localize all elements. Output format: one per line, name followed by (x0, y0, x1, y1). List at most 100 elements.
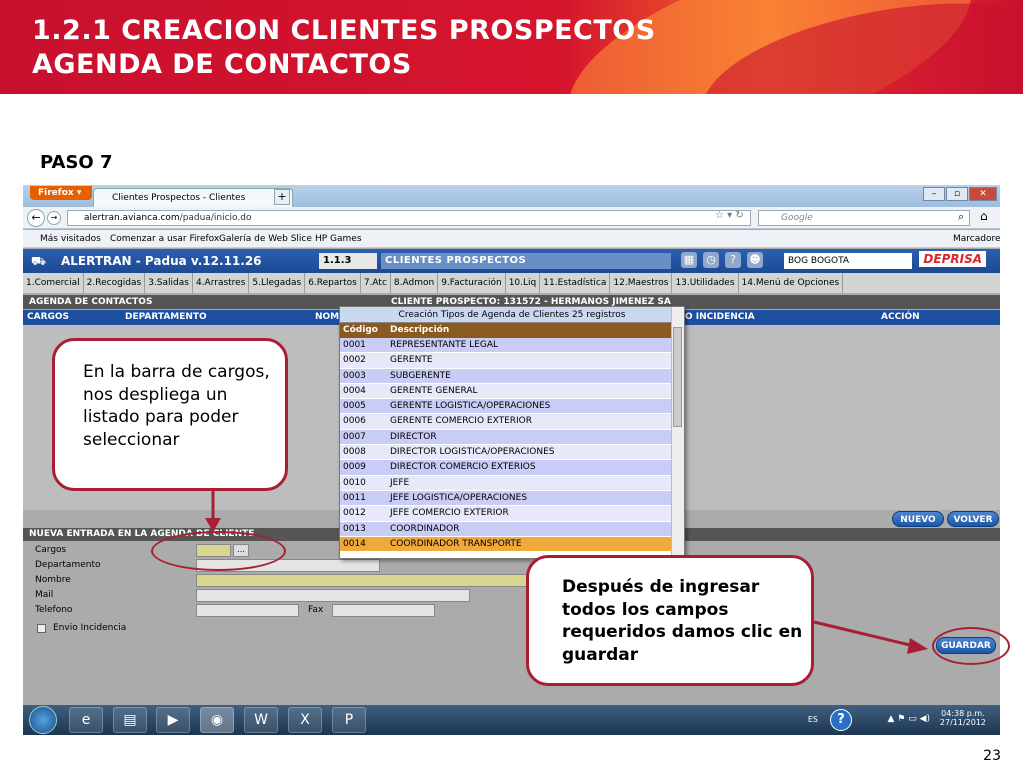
main-menu: 1.Comercial 2.Recogidas 3.Salidas 4.Arra… (23, 273, 1000, 293)
dropdown-row[interactable]: 0004 GERENTE GENERAL (340, 383, 684, 400)
dropdown-row[interactable]: 0009 DIRECTOR COMERCIO EXTERIOS (340, 460, 684, 476)
forward-icon[interactable]: → (47, 211, 61, 225)
bookmark-most-visited[interactable]: Más visitados (40, 230, 101, 248)
dropdown-row[interactable]: 0001 REPRESENTANTE LEGAL (340, 338, 684, 354)
start-button[interactable] (29, 706, 57, 734)
dropdown-row-code: 0004 (343, 385, 366, 396)
deprisa-logo: DEPRISA (919, 251, 986, 267)
dropdown-row-code: 0012 (343, 508, 366, 519)
dropdown-row-desc: DIRECTOR COMERCIO EXTERIOS (390, 462, 536, 473)
nuevo-button[interactable]: NUEVO (892, 511, 944, 527)
dropdown-row-desc: JEFE COMERCIO EXTERIOR (390, 508, 509, 519)
language-indicator[interactable]: ES (808, 715, 818, 724)
dropdown-row-code: 0007 (343, 431, 366, 442)
back-icon[interactable]: ← (27, 209, 45, 227)
menu-item[interactable]: 1.Comercial (23, 273, 84, 293)
dropdown-row-desc: GERENTE COMERCIO EXTERIOR (390, 416, 533, 427)
menu-item[interactable]: 12.Maestros (610, 273, 673, 293)
cargos-dropdown-list[interactable]: Creación Tipos de Agenda de Clientes 25 … (339, 306, 685, 559)
fax-field[interactable] (332, 604, 435, 617)
dropdown-row[interactable]: 0013 COORDINADOR (340, 521, 684, 537)
ie-icon[interactable]: e (69, 707, 103, 733)
menu-item[interactable]: 9.Facturación (438, 273, 506, 293)
dropdown-header-code: Código (343, 325, 378, 335)
dropdown-row[interactable]: 0014 COORDINADOR TRANSPORTE (340, 536, 684, 553)
new-tab-button[interactable]: + (274, 189, 290, 205)
callout-guardar: Después de ingresar todos los campos req… (526, 555, 814, 686)
bookmark-hp-games[interactable]: HP Games (315, 230, 362, 248)
bookmark-getting-started[interactable]: Comenzar a usar Firefox (110, 230, 219, 248)
calendar-icon[interactable]: ▦ (681, 252, 697, 268)
excel-icon[interactable]: X (288, 707, 322, 733)
menu-item[interactable]: 14.Menú de Opciones (739, 273, 844, 293)
menu-item[interactable]: 3.Salidas (145, 273, 193, 293)
menu-item[interactable]: 11.Estadística (540, 273, 611, 293)
tray-icons[interactable]: ▲ ⚑ ▭ ◀) (887, 714, 930, 724)
help-icon[interactable]: ? (830, 709, 852, 731)
dropdown-rows: 0001 REPRESENTANTE LEGAL 0002 GERENTE 0003 SU… (340, 338, 684, 553)
dropdown-row-desc: COORDINADOR (390, 523, 460, 534)
bookmarks-toolbar: Más visitados Comenzar a usar Firefox Ga… (23, 230, 1000, 248)
search-icon[interactable]: ⌕ (958, 210, 964, 224)
search-input[interactable]: Google (758, 210, 970, 226)
dropdown-title: Creación Tipos de Agenda de Clientes 25 … (340, 307, 684, 323)
window-controls: – ▫ ✕ (923, 187, 997, 201)
firefox-menu-button[interactable]: Firefox ▾ (30, 186, 92, 200)
option-code-field[interactable]: 1.1.3 (319, 253, 377, 269)
menu-item[interactable]: 13.Utilidades (672, 273, 739, 293)
folder-icon[interactable]: ▤ (113, 707, 147, 733)
close-window-button[interactable]: ✕ (969, 187, 997, 201)
user-icon[interactable]: ☻ (747, 252, 763, 268)
menu-item[interactable]: 2.Recogidas (84, 273, 146, 293)
dropdown-row[interactable]: 0006 GERENTE COMERCIO EXTERIOR (340, 414, 684, 430)
help-icon[interactable]: ? (725, 252, 741, 268)
city-select[interactable]: BOG BOGOTA (784, 253, 912, 269)
powerpoint-icon[interactable]: P (332, 707, 366, 733)
dropdown-row[interactable]: 0002 GERENTE (340, 353, 684, 369)
volver-button[interactable]: VOLVER (947, 511, 999, 527)
telefono-label: Telefono (35, 605, 73, 615)
bookmarks-menu[interactable]: Marcadores (953, 230, 1000, 248)
dropdown-row[interactable]: 0011 JEFE LOGISTICA/OPERACIONES (340, 490, 684, 507)
truck-icon: ⛟ (31, 254, 47, 268)
menu-item[interactable]: 10.Liq (506, 273, 541, 293)
url-bar[interactable]: alertran.avianca.com/padua/inicio.do (67, 210, 751, 226)
dropdown-row[interactable]: 0003 SUBGERENTE (340, 368, 684, 384)
media-player-icon[interactable]: ▶ (156, 707, 190, 733)
browser-tab[interactable]: Clientes Prospectos - Clientes Prospecto… (93, 188, 293, 221)
column-header: CARGOS (27, 312, 70, 322)
menu-item[interactable]: 4.Arrastres (193, 273, 250, 293)
home-icon[interactable]: ⌂ (980, 209, 988, 223)
envio-incidencia-checkbox[interactable] (37, 624, 46, 633)
bookmark-web-slice[interactable]: Galería de Web Slice (219, 230, 312, 248)
column-header: DEPARTAMENTO (125, 312, 207, 322)
firefox-icon[interactable]: ◉ (200, 707, 234, 733)
header-icons: ▦ ◷ ? ☻ (681, 252, 763, 268)
clock[interactable]: 04:38 p.m. 27/11/2012 (940, 709, 986, 727)
dropdown-scrollbar[interactable] (671, 307, 684, 558)
word-icon[interactable]: W (244, 707, 278, 733)
maximize-button[interactable]: ▫ (946, 187, 968, 201)
mail-field[interactable] (196, 589, 470, 602)
menu-item[interactable]: 7.Atc (361, 273, 391, 293)
module-title: CLIENTES PROSPECTOS (381, 253, 671, 269)
callout-guardar-text: Después de ingresar todos los campos req… (562, 577, 803, 665)
dropdown-row[interactable]: 0010 JEFE (340, 475, 684, 491)
dropdown-row[interactable]: 0005 GERENTE LOGISTICA/OPERACIONES (340, 399, 684, 415)
app-title: ALERTRAN - Padua v.12.11.26 (61, 254, 262, 268)
dropdown-row[interactable]: 0012 JEFE COMERCIO EXTERIOR (340, 506, 684, 522)
clock-icon[interactable]: ◷ (703, 252, 719, 268)
star-icon[interactable]: ☆ ▾ ↻ (715, 210, 744, 221)
menu-item[interactable]: 8.Admon (391, 273, 439, 293)
telefono-field[interactable] (196, 604, 299, 617)
menu-item[interactable]: 6.Repartos (305, 273, 361, 293)
dropdown-row[interactable]: 0007 DIRECTOR (340, 429, 684, 446)
dropdown-row[interactable]: 0008 DIRECTOR LOGISTICA/OPERACIONES (340, 445, 684, 461)
minimize-button[interactable]: – (923, 187, 945, 201)
dropdown-row-desc: GERENTE GENERAL (390, 385, 478, 396)
dropdown-row-code: 0001 (343, 340, 366, 350)
scrollbar-thumb[interactable] (673, 327, 682, 427)
menu-item[interactable]: 5.Llegadas (249, 273, 306, 293)
clock-date: 27/11/2012 (939, 718, 986, 727)
page-number: 23 (983, 748, 1001, 764)
